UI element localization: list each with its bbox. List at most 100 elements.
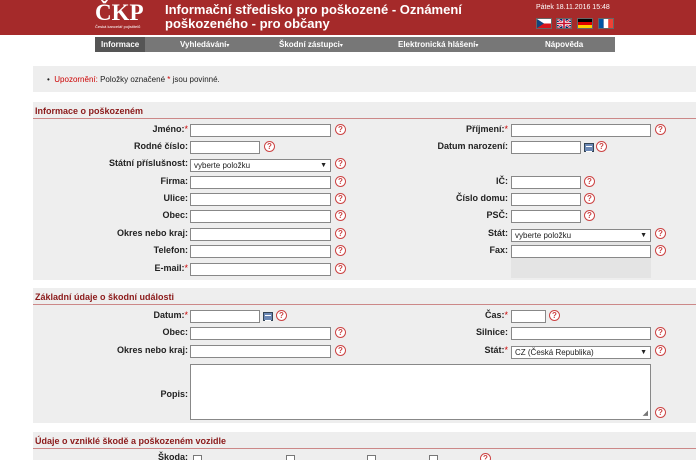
help-icon[interactable]: ? <box>276 310 287 321</box>
popis-textarea[interactable]: ◢ <box>190 364 651 420</box>
help-icon[interactable]: ? <box>584 176 595 187</box>
help-icon[interactable]: ? <box>335 263 346 274</box>
help-icon[interactable]: ? <box>335 210 346 221</box>
flag-czech-icon[interactable] <box>536 18 552 29</box>
datum-narozeni-label: Datum narození: <box>437 141 508 151</box>
help-icon[interactable]: ? <box>655 245 666 256</box>
section-title: Údaje o vzniklé škodě a poškozeném vozid… <box>35 436 227 446</box>
datum-narozeni-input[interactable] <box>511 141 581 154</box>
help-icon[interactable]: ? <box>584 193 595 204</box>
calendar-icon[interactable] <box>263 312 273 321</box>
section-damage-info: Údaje o vzniklé škodě a poškozeném vozid… <box>33 432 696 460</box>
help-icon[interactable]: ? <box>335 327 346 338</box>
flag-uk-icon[interactable] <box>556 18 572 29</box>
site-title-line2: poškozeného - pro občany <box>165 16 330 31</box>
nav-elektronicka-hlaseni[interactable]: Elektronická hlášení▾ <box>398 37 478 52</box>
statni-prislusnost-select[interactable]: vyberte položku ▼ <box>190 159 331 172</box>
checkbox[interactable] <box>286 455 295 460</box>
psc-input[interactable] <box>511 210 581 223</box>
section-injured-info: Informace o poškozeném Jméno:* ? Příjmen… <box>33 102 696 280</box>
rodne-cislo-label: Rodné číslo: <box>133 141 188 151</box>
ckp-logo[interactable]: ČKP Česká kancelář pojistitelů <box>95 0 157 33</box>
firma-input[interactable] <box>190 176 331 189</box>
header-bar: ČKP Česká kancelář pojistitelů Informačn… <box>0 0 696 35</box>
section-incident-info: Základní údaje o škodní události Datum:*… <box>33 288 696 423</box>
cas-input[interactable] <box>511 310 546 323</box>
obec-input[interactable] <box>190 327 331 340</box>
select-arrow-icon: ▼ <box>640 349 647 356</box>
firma-label: Firma: <box>160 176 188 186</box>
checkbox[interactable] <box>193 455 202 460</box>
ulice-input[interactable] <box>190 193 331 206</box>
okres-label: Okres nebo kraj: <box>116 345 188 355</box>
fax-label: Fax: <box>489 245 508 255</box>
cislo-domu-label: Číslo domu: <box>456 193 508 203</box>
help-icon[interactable]: ? <box>655 345 666 356</box>
obec-label: Obec: <box>162 210 188 220</box>
telefon-input[interactable] <box>190 245 331 258</box>
resize-handle-icon[interactable]: ◢ <box>643 409 648 417</box>
section-divider <box>33 448 696 449</box>
jmeno-input[interactable] <box>190 124 331 137</box>
telefon-label: Telefon: <box>153 245 188 255</box>
popis-label: Popis: <box>160 389 188 399</box>
okres-input[interactable] <box>190 345 331 358</box>
statni-prislusnost-label: Státní příslušnost: <box>108 158 188 168</box>
site-title-line1: Informační středisko pro poškozené - Ozn… <box>165 2 462 17</box>
help-icon[interactable]: ? <box>335 176 346 187</box>
calendar-icon[interactable] <box>584 143 594 152</box>
flag-germany-icon[interactable] <box>577 18 593 29</box>
help-icon[interactable]: ? <box>335 345 346 356</box>
help-icon[interactable]: ? <box>335 193 346 204</box>
okres-input[interactable] <box>190 228 331 241</box>
stat-select[interactable]: vyberte položku ▼ <box>511 229 651 242</box>
checkbox[interactable] <box>367 455 376 460</box>
silnice-label: Silnice: <box>475 327 508 337</box>
logo-subtext: Česká kancelář pojistitelů <box>95 24 141 29</box>
section-title: Informace o poškozeném <box>35 106 144 116</box>
help-icon[interactable]: ? <box>335 124 346 135</box>
logo-text: ČKP <box>95 0 144 25</box>
help-icon[interactable]: ? <box>655 327 666 338</box>
fax-input[interactable] <box>511 245 651 258</box>
flag-france-icon[interactable] <box>598 18 614 29</box>
help-icon[interactable]: ? <box>596 141 607 152</box>
obec-label: Obec: <box>162 327 188 337</box>
nav-informace[interactable]: Informace <box>95 37 146 52</box>
help-icon[interactable]: ? <box>655 407 666 418</box>
email-label: E-mail:* <box>154 263 188 273</box>
cislo-domu-input[interactable] <box>511 193 581 206</box>
ic-input[interactable] <box>511 176 581 189</box>
help-icon[interactable]: ? <box>264 141 275 152</box>
nav-napoveda[interactable]: Nápověda <box>545 37 583 52</box>
nav-skodni-zastupci[interactable]: Škodní zástupci▾ <box>279 37 343 52</box>
datum-input[interactable] <box>190 310 260 323</box>
stat-select[interactable]: CZ (Česká Republika) ▼ <box>511 346 651 359</box>
checkbox[interactable] <box>429 455 438 460</box>
notice-bullet: • <box>47 75 50 84</box>
section-title: Základní údaje o škodní události <box>35 292 175 302</box>
required-notice: • Upozornění: Položky označené * jsou po… <box>33 66 696 92</box>
help-icon[interactable]: ? <box>549 310 560 321</box>
rodne-cislo-input[interactable] <box>190 141 260 154</box>
help-icon[interactable]: ? <box>655 124 666 135</box>
site-title: Informační středisko pro poškozené - Ozn… <box>165 3 485 31</box>
help-icon[interactable]: ? <box>584 210 595 221</box>
obec-input[interactable] <box>190 210 331 223</box>
email-input[interactable] <box>190 263 331 276</box>
datetime: Pátek 18.11.2016 15:48 <box>536 4 610 11</box>
psc-label: PSČ: <box>486 210 508 220</box>
jmeno-label: Jméno:* <box>152 124 188 134</box>
nav-vyhledavani[interactable]: Vyhledávání▾ <box>180 37 229 52</box>
silnice-input[interactable] <box>511 327 651 340</box>
cas-label: Čas:* <box>484 310 508 320</box>
prijmeni-input[interactable] <box>511 124 651 137</box>
section-divider <box>33 304 696 305</box>
help-icon[interactable]: ? <box>655 228 666 239</box>
help-icon[interactable]: ? <box>335 228 346 239</box>
help-icon[interactable]: ? <box>335 245 346 256</box>
skoda-label: Škoda: <box>157 452 188 460</box>
help-icon[interactable]: ? <box>480 453 491 460</box>
required-star: * <box>167 75 171 84</box>
help-icon[interactable]: ? <box>335 158 346 169</box>
